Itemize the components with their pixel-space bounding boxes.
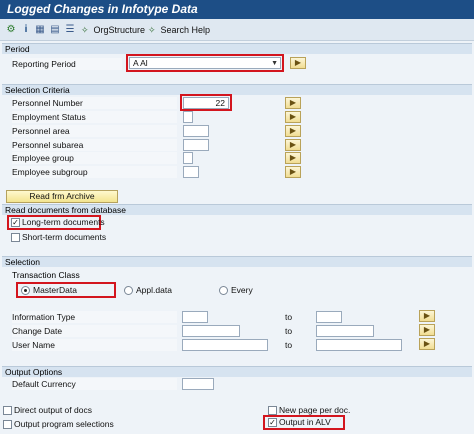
employee-subgroup-field[interactable] <box>183 166 199 178</box>
employee-group-field[interactable] <box>183 152 193 164</box>
long-term-label: Long-term documents <box>22 217 105 227</box>
default-currency-field[interactable] <box>182 378 214 390</box>
information-type-to-field[interactable] <box>316 311 342 323</box>
toolbar: ⚙ i ▦ ▤ ☰ ✧ OrgStructure ✧ Search Help <box>0 19 474 41</box>
user-name-from-field[interactable] <box>182 339 268 351</box>
read-from-archive-button[interactable]: Read frm Archive <box>6 190 118 203</box>
information-type-label: Information Type <box>12 311 177 323</box>
direct-output-label: Direct output of docs <box>14 405 92 415</box>
period-section-header: Period <box>2 43 472 54</box>
reporting-period-selection-icon[interactable]: ▶ <box>290 57 306 69</box>
change-date-multiple-selection-icon[interactable]: ▶ <box>419 324 435 336</box>
search-help-icon: ✧ <box>148 25 156 35</box>
change-date-to-label: to <box>285 326 293 336</box>
page-title: Logged Changes in Infotype Data <box>7 2 198 16</box>
execute-icon[interactable]: ⚙ <box>5 24 17 36</box>
employee-group-label: Employee group <box>12 152 177 164</box>
master-data-label: MasterData <box>33 285 77 295</box>
personnel-number-multiple-selection-icon[interactable]: ▶ <box>285 97 301 109</box>
user-name-to-label: to <box>285 340 293 350</box>
employee-subgroup-multiple-selection-icon[interactable]: ▶ <box>285 166 301 178</box>
information-type-multiple-selection-icon[interactable]: ▶ <box>419 310 435 322</box>
user-name-multiple-selection-icon[interactable]: ▶ <box>419 338 435 350</box>
personnel-area-label: Personnel area <box>12 125 177 137</box>
appl-data-label: Appl.data <box>136 285 172 295</box>
output-alv-label: Output in ALV <box>279 417 331 427</box>
direct-output-checkbox[interactable] <box>3 406 12 415</box>
reporting-period-dropdown[interactable]: A Al ▼ <box>129 57 281 69</box>
title-bar: Logged Changes in Infotype Data <box>0 0 474 19</box>
information-type-from-field[interactable] <box>182 311 208 323</box>
every-label: Every <box>231 285 253 295</box>
personnel-subarea-multiple-selection-icon[interactable]: ▶ <box>285 139 301 151</box>
user-name-to-field[interactable] <box>316 339 402 351</box>
output-options-section-header: Output Options <box>2 366 472 377</box>
read-documents-section-header: Read documents from database <box>2 204 472 215</box>
user-name-label: User Name <box>12 339 177 351</box>
search-help-button[interactable]: ✧ Search Help <box>148 23 210 37</box>
change-date-label: Change Date <box>12 325 177 337</box>
employee-group-multiple-selection-icon[interactable]: ▶ <box>285 152 301 164</box>
long-term-checkbox[interactable]: ✓ <box>11 218 20 227</box>
output-alv-checkbox[interactable]: ✓ <box>268 418 277 427</box>
personnel-subarea-field[interactable] <box>183 139 209 151</box>
employee-subgroup-label: Employee subgroup <box>12 166 177 178</box>
transaction-class-label: Transaction Class <box>12 270 80 280</box>
dropdown-arrow-icon[interactable]: ▼ <box>271 59 278 69</box>
employment-status-multiple-selection-icon[interactable]: ▶ <box>285 111 301 123</box>
personnel-area-multiple-selection-icon[interactable]: ▶ <box>285 125 301 137</box>
appl-data-radio[interactable] <box>124 286 133 295</box>
variant-list-icon[interactable]: ☰ <box>64 24 76 36</box>
org-structure-icon: ✧ <box>81 25 89 35</box>
new-page-checkbox[interactable] <box>268 406 277 415</box>
output-program-selections-label: Output program selections <box>14 419 114 429</box>
default-currency-label: Default Currency <box>12 378 177 390</box>
short-term-label: Short-term documents <box>22 232 107 242</box>
master-data-radio[interactable] <box>21 286 30 295</box>
change-date-from-field[interactable] <box>182 325 240 337</box>
employment-status-label: Employment Status <box>12 111 177 123</box>
info-icon[interactable]: i <box>20 24 32 36</box>
information-type-to-label: to <box>285 312 293 322</box>
reporting-period-label: Reporting Period <box>12 58 122 70</box>
personnel-area-field[interactable] <box>183 125 209 137</box>
save-variant-icon[interactable]: ▦ <box>34 24 46 36</box>
every-radio[interactable] <box>219 286 228 295</box>
get-variant-icon[interactable]: ▤ <box>49 24 61 36</box>
personnel-number-field[interactable]: 22 <box>183 97 229 109</box>
output-program-selections-checkbox[interactable] <box>3 420 12 429</box>
selection-section-header: Selection <box>2 256 472 267</box>
org-structure-button[interactable]: ✧ OrgStructure <box>81 23 145 37</box>
selection-criteria-section-header: Selection Criteria <box>2 84 472 95</box>
personnel-subarea-label: Personnel subarea <box>12 139 177 151</box>
short-term-checkbox[interactable] <box>11 233 20 242</box>
change-date-to-field[interactable] <box>316 325 374 337</box>
employment-status-field[interactable] <box>183 111 193 123</box>
personnel-number-label: Personnel Number <box>12 97 177 109</box>
